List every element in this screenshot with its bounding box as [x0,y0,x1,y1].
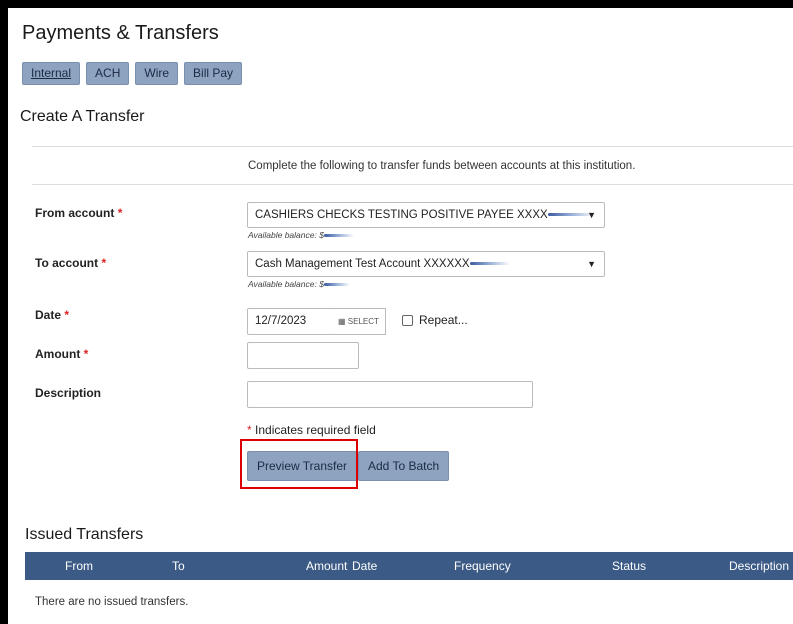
redacted-mark [323,234,354,238]
from-account-select[interactable]: CASHIERS CHECKS TESTING POSITIVE PAYEE X… [247,202,605,228]
divider [32,146,793,147]
section-title: Create A Transfer [20,108,145,125]
divider [32,184,793,185]
required-marker: * [101,256,107,270]
repeat-label[interactable]: Repeat... [419,313,468,327]
redacted-mark [323,283,350,287]
date-select-button[interactable]: ▦ SELECT [334,308,386,335]
column-header-amount[interactable]: Amount [306,559,347,573]
column-header-description[interactable]: Description [729,559,789,573]
tab-wire[interactable]: Wire [135,62,179,85]
transfer-type-tabs: Internal ACH Wire Bill Pay [22,62,243,85]
issued-transfers-header: From To Amount Date Frequency Status Des… [25,552,793,580]
caret-down-icon: ▼ [587,259,596,269]
date-label: Date * [35,308,70,322]
tab-internal[interactable]: Internal [22,62,81,85]
to-account-select[interactable]: Cash Management Test Account XXXXXX ▼ [247,251,605,277]
column-header-to[interactable]: To [172,559,185,573]
intro-text: Complete the following to transfer funds… [248,160,636,172]
redacted-mark [469,262,510,266]
issued-transfers-title: Issued Transfers [25,526,144,543]
caret-down-icon: ▼ [587,210,596,220]
amount-label: Amount * [35,347,89,361]
highlight-box [240,439,358,489]
empty-state-text: There are no issued transfers. [35,596,189,608]
description-label: Description [35,386,102,400]
calendar-icon: ▦ [338,317,346,326]
required-field-note: * Indicates required field [247,423,376,437]
required-marker: * [64,308,70,322]
tab-bill-pay[interactable]: Bill Pay [184,62,243,85]
repeat-checkbox[interactable] [402,315,413,326]
page-title: Payments & Transfers [22,22,219,44]
tab-ach[interactable]: ACH [86,62,130,85]
required-marker: * [117,206,123,220]
column-header-frequency[interactable]: Frequency [454,559,511,573]
column-header-status[interactable]: Status [612,559,646,573]
to-available-balance: Available balance: $ [248,279,350,289]
amount-input[interactable] [247,342,359,369]
required-marker: * [247,423,252,437]
add-to-batch-button[interactable]: Add To Batch [358,451,450,481]
to-account-label: To account * [35,256,107,270]
from-account-label: From account * [35,206,123,220]
column-header-date[interactable]: Date [352,559,377,573]
description-input[interactable] [247,381,533,408]
column-header-from[interactable]: From [65,559,93,573]
date-input[interactable]: 12/7/2023 [247,308,335,335]
payments-transfers-page: Payments & Transfers Internal ACH Wire B… [8,8,793,624]
required-marker: * [83,347,89,361]
from-available-balance: Available balance: $ [248,230,354,240]
